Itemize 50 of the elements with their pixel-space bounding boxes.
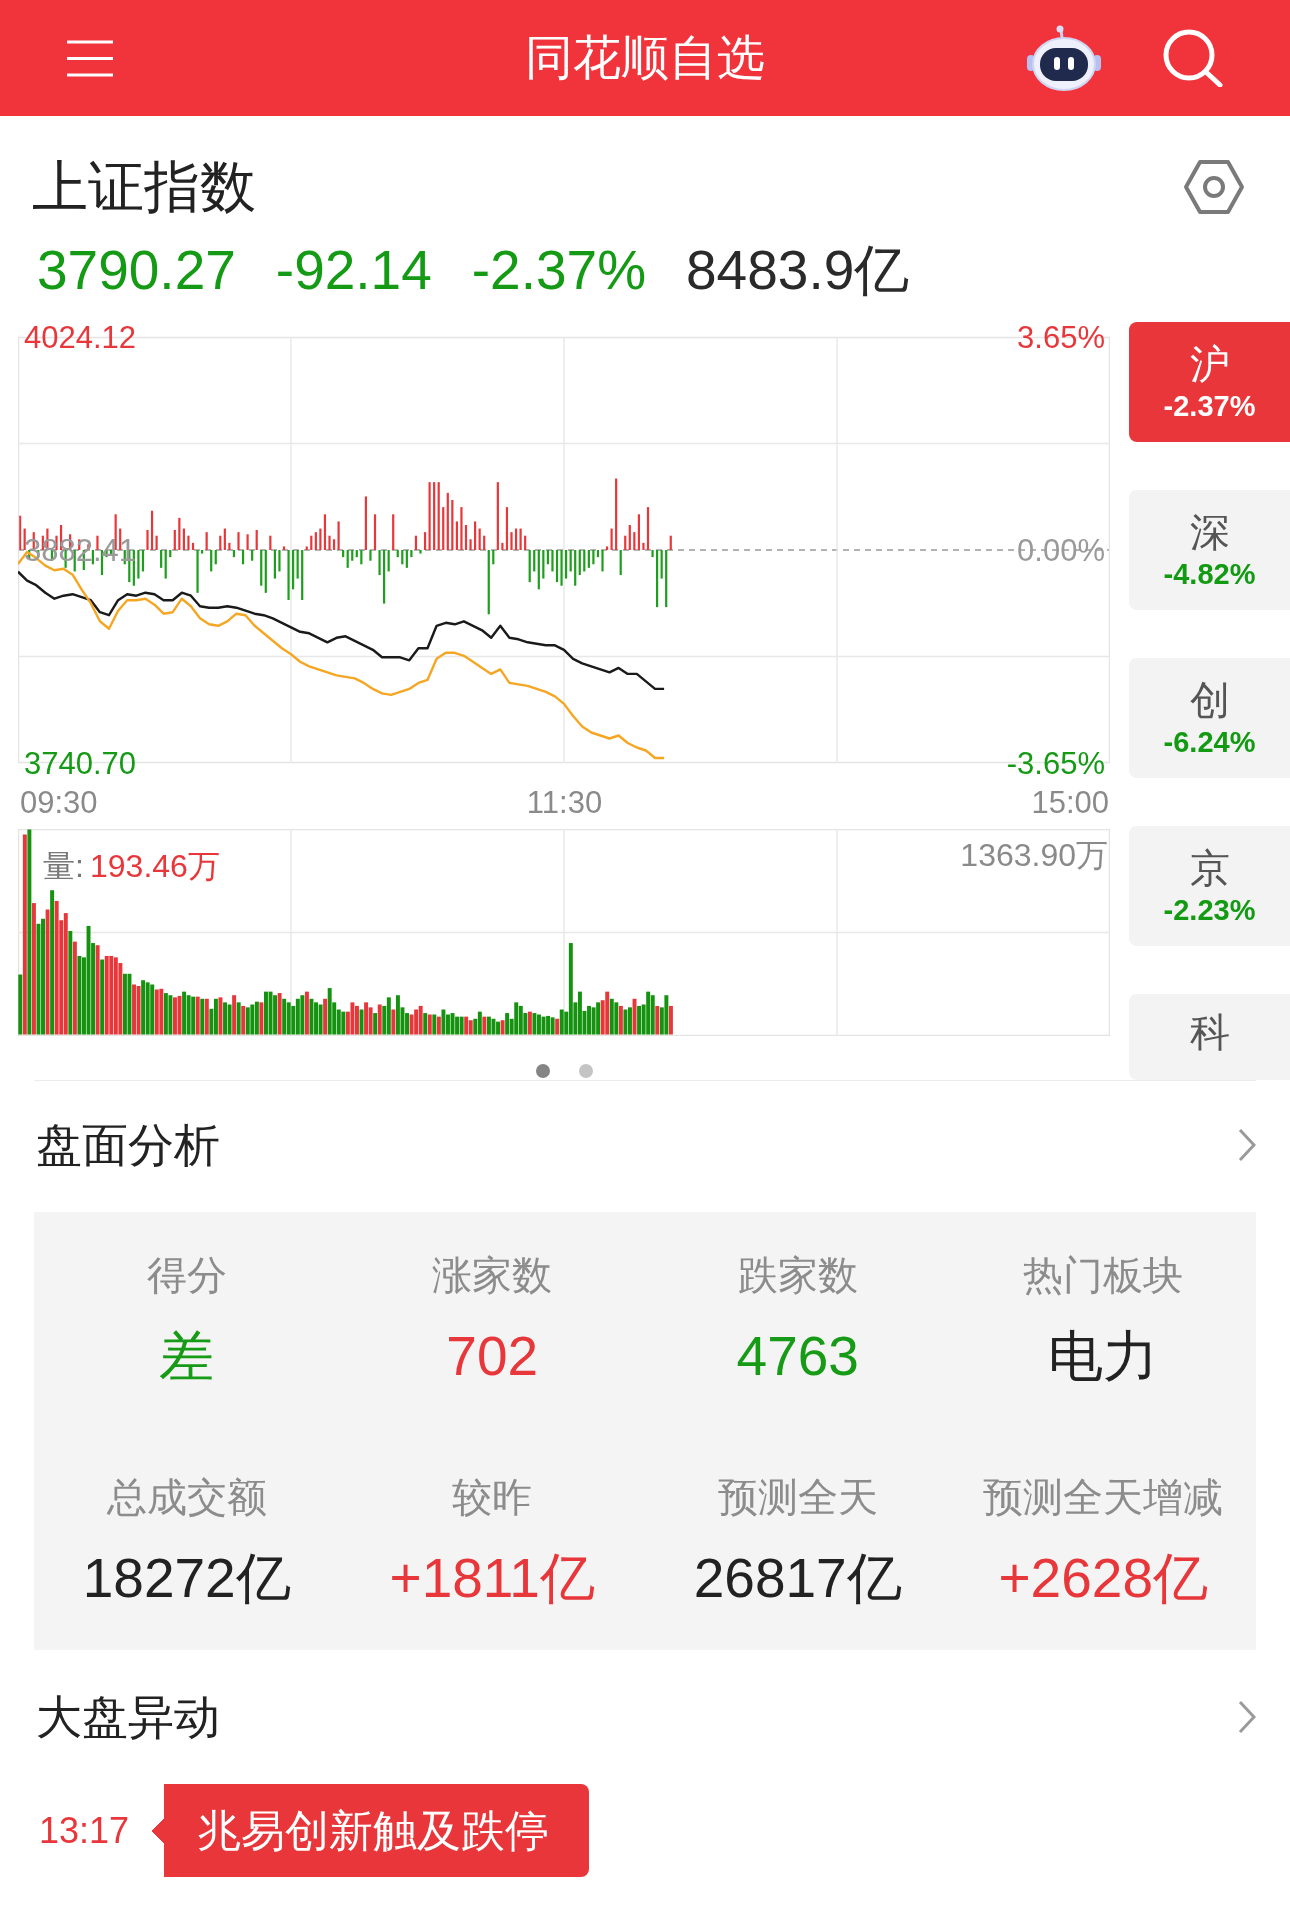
volume-max-label: 1363.90万 — [960, 837, 1108, 873]
price-change: -92.14 — [275, 238, 432, 302]
market-tab[interactable]: 深 -4.82% — [1129, 490, 1290, 610]
percent-axis-label: 0.00% — [1017, 532, 1105, 568]
stat-value: +2628亿 — [998, 1545, 1208, 1611]
time-axis-label: 11:30 — [526, 785, 603, 821]
percent-change: -2.37% — [471, 238, 647, 302]
volume-label: 量: — [43, 848, 84, 884]
section-title: 盘面分析 — [36, 1118, 220, 1173]
chevron-right-icon[interactable] — [1238, 1700, 1256, 1734]
stat-label: 预测全天 — [717, 1473, 878, 1521]
stat-label: 较昨 — [452, 1473, 533, 1521]
settings-icon[interactable] — [1183, 159, 1245, 215]
market-tab[interactable]: 京 -2.23% — [1129, 826, 1290, 946]
volume-value: 193.46万 — [90, 848, 220, 884]
index-name: 上证指数 — [32, 154, 256, 220]
percent-axis-label: 3.65% — [1017, 319, 1105, 355]
stat-label: 预测全天增减 — [983, 1473, 1224, 1521]
percent-axis-label: -3.65% — [1006, 745, 1105, 781]
search-icon[interactable] — [1162, 29, 1223, 87]
app-title: 同花顺自选 — [525, 30, 765, 86]
page-dot[interactable] — [578, 1064, 593, 1078]
event-bubble[interactable]: 兆易创新触及跌停 — [152, 1784, 590, 1877]
page-dot[interactable] — [535, 1064, 550, 1078]
stat-value: 18272亿 — [82, 1545, 291, 1611]
robot-icon[interactable] — [1027, 25, 1101, 91]
stat-label: 跌家数 — [737, 1252, 858, 1299]
stat-value: 差 — [159, 1324, 215, 1389]
market-tab[interactable]: 创 -6.24% — [1129, 658, 1290, 778]
market-tab[interactable]: 科 — [1129, 994, 1290, 1080]
event-time: 13:17 — [39, 1808, 130, 1853]
turnover-amount: 8483.9亿 — [686, 238, 910, 302]
stat-value: 4763 — [736, 1324, 859, 1389]
stat-value: 电力 — [1048, 1324, 1159, 1389]
stat-value: 702 — [446, 1324, 539, 1389]
chevron-right-icon[interactable] — [1238, 1128, 1256, 1162]
stat-value: +1811亿 — [389, 1545, 595, 1611]
stat-label: 涨家数 — [432, 1252, 553, 1299]
price-axis-label: 3740.70 — [24, 745, 137, 781]
time-axis-label: 09:30 — [20, 785, 98, 821]
stat-value: 26817亿 — [693, 1545, 902, 1611]
market-tab[interactable]: 沪 -2.37% — [1129, 322, 1290, 442]
stat-label: 热门板块 — [1023, 1252, 1184, 1299]
time-axis-label: 15:00 — [1031, 785, 1109, 821]
price-axis-label: 4024.12 — [24, 319, 137, 355]
stat-label: 得分 — [146, 1252, 227, 1299]
menu-icon[interactable] — [67, 39, 113, 77]
stat-label: 总成交额 — [106, 1473, 267, 1521]
section-title: 大盘异动 — [36, 1690, 220, 1745]
last-price: 3790.27 — [37, 238, 236, 302]
